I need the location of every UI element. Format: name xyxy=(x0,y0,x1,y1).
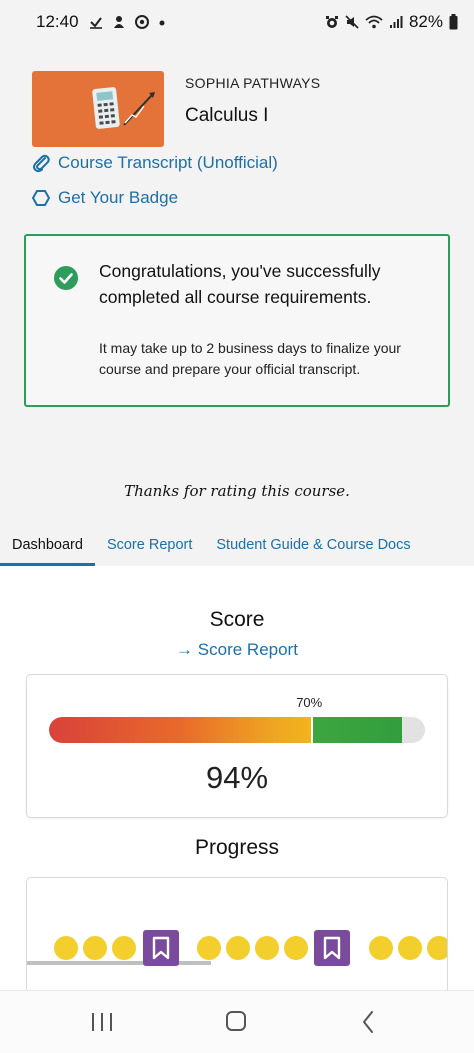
score-report-link-label: Score Report xyxy=(197,640,298,659)
back-icon[interactable] xyxy=(361,1010,375,1034)
paperclip-icon xyxy=(33,154,50,173)
check-circle-icon xyxy=(54,266,78,290)
mute-icon xyxy=(345,15,359,29)
passing-threshold-marker xyxy=(311,717,314,743)
milestone-dot[interactable] xyxy=(83,936,107,960)
course-thumbnail xyxy=(32,71,164,147)
completion-subtitle: It may take up to 2 business days to fin… xyxy=(99,340,401,377)
challenge-bookmark[interactable] xyxy=(143,930,179,966)
progress-track xyxy=(27,961,211,965)
score-card: 70% 94% xyxy=(26,674,448,818)
battery-percent: 82% xyxy=(408,12,443,31)
milestone-dot[interactable] xyxy=(112,936,136,960)
milestone-dot[interactable] xyxy=(427,936,447,960)
tab-score-report[interactable]: Score Report xyxy=(95,524,204,566)
progress-card xyxy=(26,877,448,997)
progress-heading: Progress xyxy=(194,836,280,859)
bookmark-icon xyxy=(152,936,170,960)
score-progress-bar xyxy=(49,717,425,743)
status-bar: 12:40 82% xyxy=(0,0,474,44)
score-value: 94% xyxy=(205,760,269,795)
course-tabs: Dashboard Score Report Student Guide & C… xyxy=(0,524,474,566)
score-progress-fill xyxy=(49,717,403,743)
milestone-dot[interactable] xyxy=(54,936,78,960)
challenge-bookmark[interactable] xyxy=(314,930,350,966)
milestone-dot[interactable] xyxy=(369,936,393,960)
wifi-icon xyxy=(365,15,383,29)
course-transcript-label: Course Transcript (Unofficial) xyxy=(58,153,278,172)
notification-icon xyxy=(113,16,124,28)
home-icon[interactable] xyxy=(226,1011,246,1031)
tab-dashboard-label: Dashboard xyxy=(12,537,83,553)
completion-title: Congratulations, you've successfully com… xyxy=(99,261,381,307)
bookmark-icon xyxy=(323,936,341,960)
milestone-dot[interactable] xyxy=(255,936,279,960)
system-nav-bar xyxy=(0,990,474,1053)
clock: 12:40 xyxy=(36,12,79,31)
battery-icon xyxy=(449,14,458,30)
check-download-icon xyxy=(89,17,102,29)
arrow-right-icon: → xyxy=(176,640,194,659)
score-report-link[interactable]: → Score Report xyxy=(0,640,474,660)
alarm-icon xyxy=(325,16,338,28)
milestone-dot[interactable] xyxy=(284,936,308,960)
completion-notice: Congratulations, you've successfully com… xyxy=(24,234,450,407)
milestone-dot[interactable] xyxy=(398,936,422,960)
signal-icon xyxy=(389,16,403,28)
recent-apps-icon[interactable] xyxy=(92,1013,112,1031)
tab-student-guide[interactable]: Student Guide & Course Docs xyxy=(204,524,422,566)
score-heading: Score xyxy=(209,608,265,631)
course-provider: SOPHIA PATHWAYS xyxy=(185,75,321,91)
course-transcript-link[interactable]: Course Transcript (Unofficial) xyxy=(32,153,278,173)
tab-dashboard[interactable]: Dashboard xyxy=(0,524,95,566)
passing-threshold-label: 70% xyxy=(296,695,323,710)
calculator-illustration xyxy=(92,87,155,129)
chrome-icon xyxy=(134,15,149,29)
course-header-section: SOPHIA PATHWAYS Calculus I Course Transc… xyxy=(0,44,474,566)
rating-thanks-message: Thanks for rating this course. xyxy=(124,482,350,500)
course-title: Calculus I xyxy=(185,105,269,126)
milestone-dot[interactable] xyxy=(226,936,250,960)
dot-icon xyxy=(159,20,165,26)
hexagon-badge-icon xyxy=(32,190,50,206)
get-badge-label: Get Your Badge xyxy=(58,188,179,207)
tab-score-report-label: Score Report xyxy=(106,537,193,553)
milestone-dot[interactable] xyxy=(197,936,221,960)
get-badge-link[interactable]: Get Your Badge xyxy=(32,188,178,208)
tab-student-guide-label: Student Guide & Course Docs xyxy=(216,537,411,553)
